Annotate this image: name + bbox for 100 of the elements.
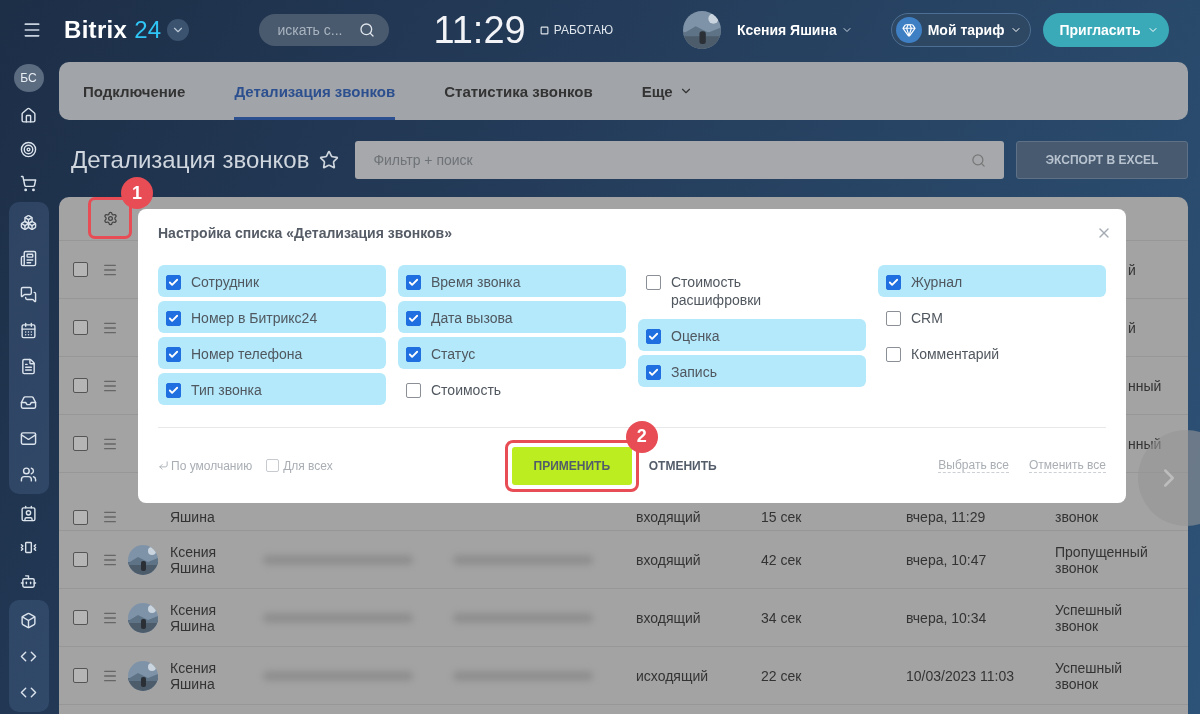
apply-button[interactable]: ПРИМЕНИТЬ (511, 446, 632, 485)
checkbox[interactable] (646, 365, 661, 380)
table-cell-text: й (1128, 319, 1137, 336)
column-option[interactable]: Тип звонка (158, 373, 386, 405)
table-cell-text: 42 сек (761, 551, 803, 568)
table-cell-text: нный (1128, 377, 1163, 394)
checkbox[interactable] (406, 347, 421, 362)
search-field[interactable]: искать с... (259, 14, 390, 46)
table-cell-text: Успешный звонок (1055, 659, 1124, 692)
table-cell-text: нный (1128, 435, 1163, 452)
checkbox[interactable] (406, 311, 421, 326)
chat-icon[interactable] (20, 285, 37, 303)
checkbox[interactable] (886, 311, 901, 326)
tab[interactable]: Еще (641, 62, 693, 120)
checkbox[interactable] (166, 311, 181, 326)
page-title: Детализация звонков (71, 146, 310, 174)
table-cell-text: вчера, 10:34 (906, 609, 988, 626)
gear-icon (102, 210, 118, 226)
drag-handle-icon[interactable] (102, 509, 118, 525)
tariff-button[interactable]: Мой тариф (890, 13, 1032, 47)
checkbox[interactable] (646, 329, 661, 344)
building-icon[interactable] (20, 106, 37, 124)
clock-time: 11:29 (433, 8, 526, 52)
newspaper-icon[interactable] (20, 249, 37, 267)
table-cell-text: й (1128, 261, 1137, 278)
row-checkbox[interactable] (73, 610, 88, 625)
row-checkbox[interactable] (73, 510, 88, 525)
checkbox[interactable] (886, 347, 901, 362)
checkbox[interactable] (406, 383, 421, 398)
table-cell-text: Успешный звонок (1055, 601, 1124, 634)
search-icon (359, 22, 376, 38)
checkbox[interactable] (166, 383, 181, 398)
column-option[interactable]: Время звонка (398, 265, 626, 297)
table-cell-text: 15 сек (761, 509, 803, 525)
cube-icon[interactable] (20, 611, 37, 629)
row-checkbox[interactable] (73, 262, 88, 277)
column-option[interactable]: Запись (638, 355, 866, 387)
document-icon[interactable] (20, 357, 37, 375)
table-cell-text: 34 сек (761, 609, 803, 626)
dropdown-button[interactable] (167, 19, 190, 41)
table-cell-text: Ксения Яшина (170, 601, 218, 634)
user-name[interactable]: Ксения Яшина (737, 22, 837, 38)
cancel-button[interactable]: ОТМЕНИТЬ (642, 457, 723, 474)
column-option[interactable]: Дата вызова (398, 301, 626, 333)
table-cell-text: 10/03/2023 11:03 (906, 667, 1015, 684)
export-button[interactable]: ЭКСПОРТ В EXCEL (1016, 141, 1188, 179)
column-option[interactable]: Сотрудник (158, 265, 386, 297)
inbox-icon[interactable] (20, 393, 37, 411)
work-status-button[interactable]: РАБОТАЮ (539, 23, 614, 37)
checkbox[interactable] (166, 347, 181, 362)
checkbox[interactable] (646, 275, 661, 290)
table-cell-text: Яшина (170, 509, 216, 525)
column-option[interactable]: Стоимость расшифровки (638, 265, 866, 315)
row-checkbox[interactable] (73, 436, 88, 451)
row-checkbox[interactable] (73, 668, 88, 683)
checkbox[interactable] (406, 275, 421, 290)
user-avatar[interactable]: БС (13, 64, 44, 93)
column-option[interactable]: Номер телефона (158, 337, 386, 369)
table-cell-text: Ксения Яшина (170, 659, 218, 692)
tab[interactable]: Статистика звонков (444, 62, 593, 120)
column-option[interactable]: CRM (878, 301, 1106, 333)
diamond-icon (901, 23, 916, 37)
users-icon[interactable] (20, 465, 37, 483)
table-cell-text: вчера, 10:47 (906, 551, 988, 568)
logo[interactable]: Bitrix 24 (64, 16, 162, 44)
table-cell-text: входящий (636, 551, 702, 568)
column-option[interactable]: Номер в Битрикс24 (158, 301, 386, 333)
row-checkbox[interactable] (73, 378, 88, 393)
menu-icon[interactable] (22, 20, 42, 40)
checkbox[interactable] (166, 275, 181, 290)
calendar-icon[interactable] (20, 321, 37, 339)
column-option[interactable]: Стоимость (398, 373, 626, 405)
column-option[interactable]: Оценка (638, 319, 866, 351)
mail-icon[interactable] (20, 429, 37, 447)
checkbox[interactable] (886, 275, 901, 290)
column-option[interactable]: Комментарий (878, 337, 1106, 369)
step-badge: 1 (121, 177, 153, 209)
table-cell-text: исходящий (636, 667, 710, 684)
table-cell-text: Ксения Яшина (170, 543, 218, 576)
column-option[interactable]: Статус (398, 337, 626, 369)
table-cell-text: входящий (636, 609, 702, 626)
contact-card-icon[interactable] (20, 504, 37, 522)
return-arrow-icon (158, 460, 169, 471)
target-icon[interactable] (20, 140, 37, 158)
column-option[interactable]: Журнал (878, 265, 1106, 297)
search-icon (971, 152, 986, 168)
step-badge: 2 (625, 420, 658, 453)
stop-icon (539, 25, 549, 35)
star-icon[interactable] (319, 150, 340, 170)
robot-icon[interactable] (20, 572, 37, 590)
row-checkbox[interactable] (73, 320, 88, 335)
cart-icon[interactable] (20, 174, 37, 192)
dialog-title: Настройка списка «Детализация звонков» (158, 225, 452, 241)
table-cell-text: входящий (636, 509, 702, 525)
row-checkbox[interactable] (73, 552, 88, 567)
tab[interactable]: Подключение (83, 62, 186, 120)
table-cell-text: вчера, 11:29 (906, 509, 987, 525)
table-cell-text: Пропущенный звонок (1055, 543, 1149, 576)
table-cell-text: 22 сек (761, 667, 803, 684)
tab[interactable]: Детализация звонков (234, 62, 396, 120)
